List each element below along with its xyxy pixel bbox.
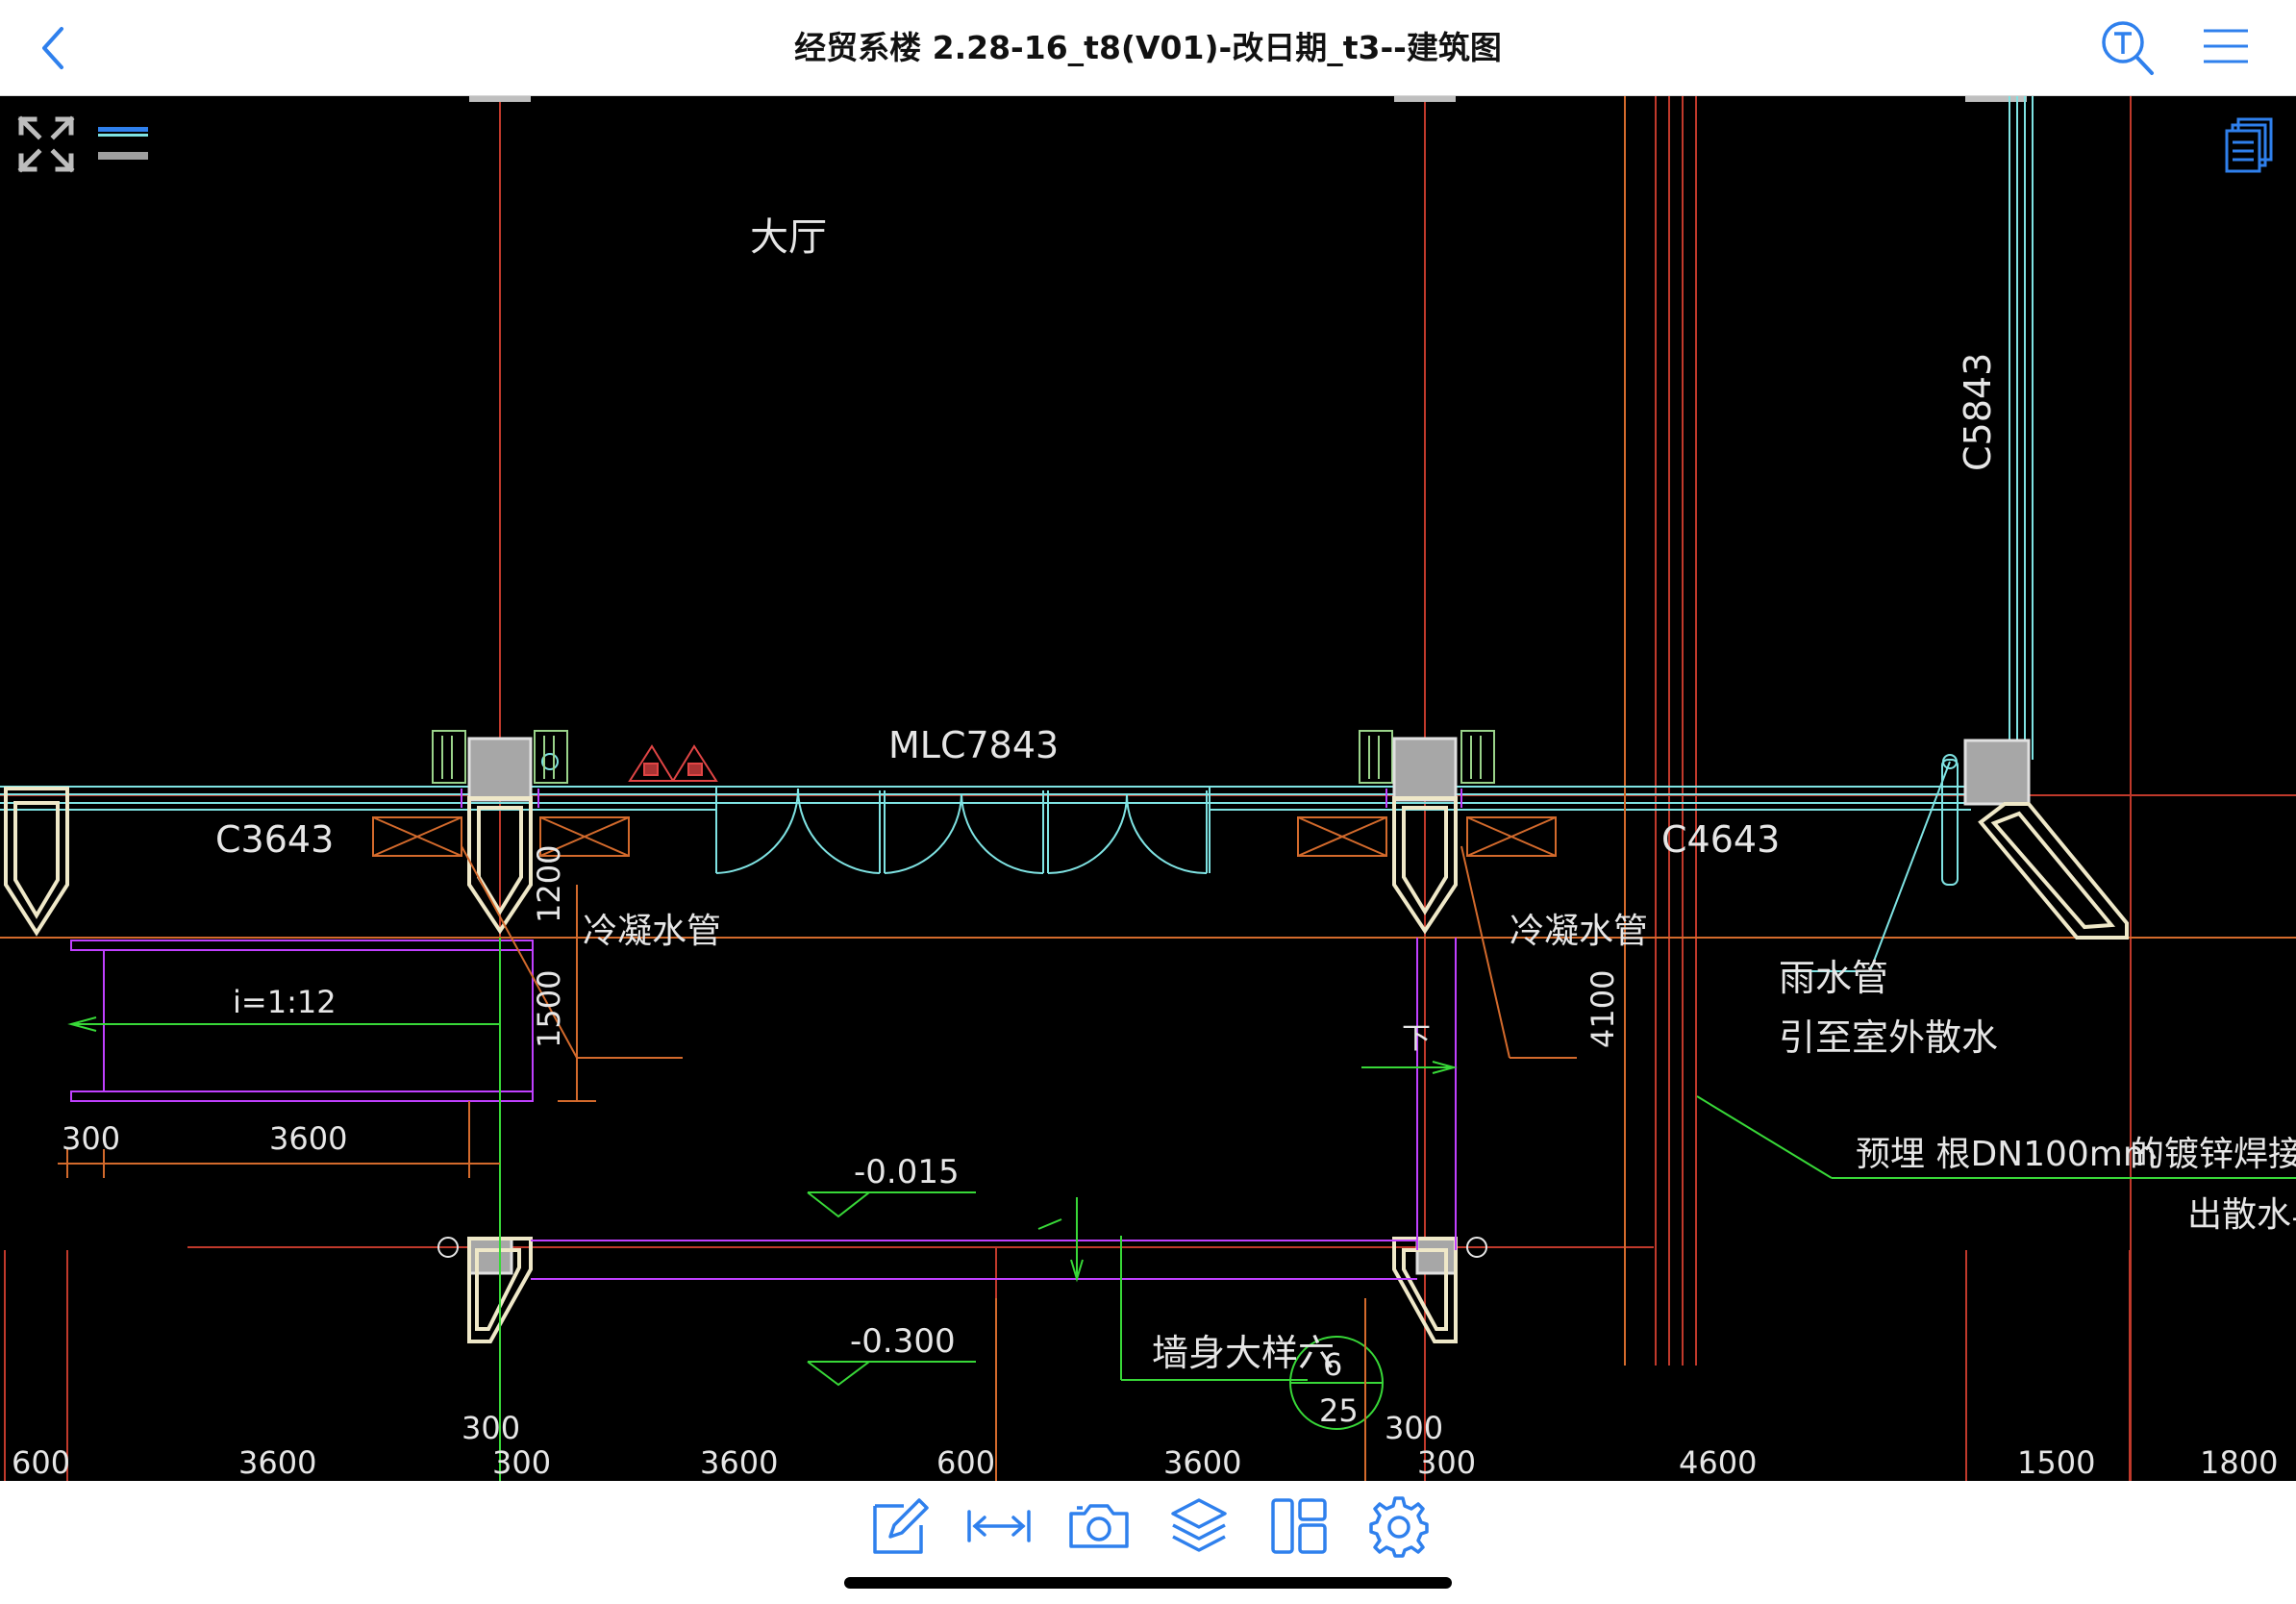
text-search-icon: [2102, 21, 2154, 75]
edit-button[interactable]: [865, 1492, 933, 1560]
chevron-left-icon: [42, 27, 63, 69]
bottom-dim: 1800: [2200, 1444, 2278, 1481]
window-label-left: C3643: [215, 818, 334, 861]
layout-button[interactable]: [1265, 1492, 1333, 1560]
columns: [467, 737, 2031, 1275]
ramp-outline: [70, 789, 1462, 1280]
rain-hoppers: [628, 744, 718, 782]
outlet-note: 出散水与: [2187, 1195, 2296, 1235]
bottom-dim: 3600: [238, 1444, 316, 1481]
layers-icon: [1171, 1498, 1227, 1552]
layers-button[interactable]: [1165, 1492, 1233, 1560]
top-bar: 经贸系楼 2.28-16_t8(V01)-改日期_t3--建筑图: [0, 0, 2296, 96]
settings-icon: [1369, 1496, 1429, 1558]
bottom-dim: 600: [12, 1444, 70, 1481]
cad-drawing: 大厅 MLC7843 C3643 C4643 C5843 冷凝水管 冷凝水管 雨…: [0, 96, 2296, 1481]
condensate-label-right: 冷凝水管: [1510, 912, 1648, 951]
drawing-canvas[interactable]: 大厅 MLC7843 C3643 C4643 C5843 冷凝水管 冷凝水管 雨…: [0, 96, 2296, 1481]
dim-3600-a: 3600: [269, 1120, 347, 1157]
dim-1500: 1500: [531, 970, 567, 1048]
wall-detail-label: 墙身大样六: [1152, 1332, 1335, 1374]
dim-1200: 1200: [531, 845, 567, 923]
measure-icon: [967, 1510, 1031, 1542]
elevation-label-2: -0.300: [850, 1322, 956, 1361]
dim-300-c: 300: [1385, 1410, 1443, 1446]
drawing-texts: 大厅 MLC7843 C3643 C4643 C5843 冷凝水管 冷凝水管 雨…: [12, 215, 2296, 1481]
back-button[interactable]: [35, 21, 83, 75]
bottom-dim: 600: [936, 1444, 995, 1481]
text-search-button[interactable]: [2096, 17, 2158, 79]
window-label-right: C4643: [1661, 818, 1780, 861]
sheets-button[interactable]: [2221, 115, 2279, 177]
top-column-stubs: [469, 96, 2027, 102]
dim-300-a: 300: [62, 1120, 120, 1157]
detail-sheet: 25: [1319, 1392, 1359, 1429]
dim-300-b: 300: [462, 1410, 520, 1446]
document-title: 经贸系楼 2.28-16_t8(V01)-改日期_t3--建筑图: [794, 29, 1502, 66]
grid-lines-orange: [0, 96, 2296, 1366]
settings-button[interactable]: [1365, 1492, 1433, 1560]
rain-pipe-note: 引至室外散水: [1779, 1016, 1998, 1059]
window-label-vertical: C5843: [1957, 353, 1999, 471]
axis-lines: [0, 96, 2296, 1481]
elevation-label-1: -0.015: [854, 1153, 960, 1191]
condensate-label-left: 冷凝水管: [583, 912, 721, 951]
bottom-dim: 3600: [1163, 1444, 1241, 1481]
slope-label: i=1:12: [233, 984, 337, 1020]
rain-pipe-label: 雨水管: [1779, 957, 1888, 999]
sheets-stack-icon: [2225, 117, 2273, 173]
bottom-dim: 300: [492, 1444, 551, 1481]
down-label: 下: [1402, 1022, 1431, 1056]
bottom-dim: 300: [1417, 1444, 1476, 1481]
menu-icon: [2204, 29, 2248, 63]
edit-note-icon: [873, 1498, 929, 1554]
camera-button[interactable]: [1065, 1492, 1133, 1560]
menu-button[interactable]: [2202, 25, 2250, 67]
home-indicator: [844, 1577, 1452, 1589]
expand-icon: [17, 115, 75, 173]
layer-toggle-button[interactable]: [96, 121, 150, 163]
galvanized-note: 的镀锌焊接钢: [2130, 1135, 2296, 1174]
embed-note: 预埋 根DN100mm: [1856, 1135, 2157, 1174]
layer-lines-icon: [98, 127, 148, 160]
bottom-dim: 4600: [1679, 1444, 1757, 1481]
measure-button[interactable]: [965, 1492, 1033, 1560]
door-label: MLC7843: [888, 724, 1059, 766]
bottom-dim: 3600: [700, 1444, 778, 1481]
bottom-dim: 1500: [2017, 1444, 2095, 1481]
camera-icon: [1069, 1504, 1129, 1548]
dim-4100: 4100: [1585, 970, 1621, 1048]
fullscreen-button[interactable]: [15, 113, 77, 175]
room-label: 大厅: [750, 215, 827, 260]
layout-icon: [1271, 1498, 1327, 1554]
detail-number: 6: [1323, 1346, 1342, 1383]
